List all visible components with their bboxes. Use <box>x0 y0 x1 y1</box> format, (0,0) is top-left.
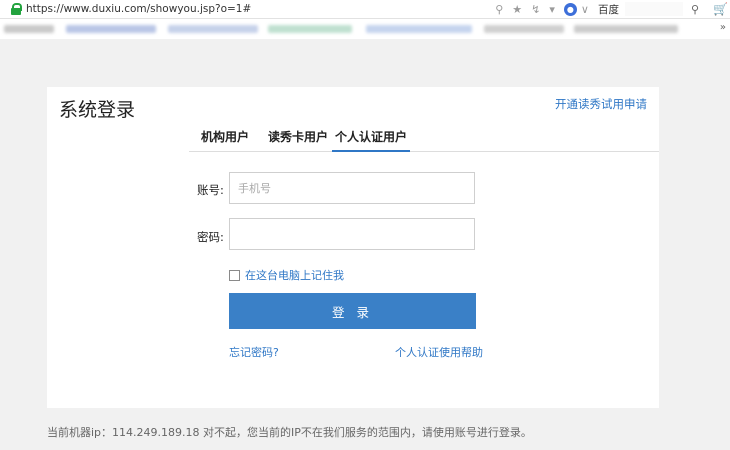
tab-reading-card-user[interactable]: 读秀卡用户 <box>268 128 328 150</box>
search-icon[interactable]: ⚲ <box>691 3 699 16</box>
url-text[interactable]: https://www.duxiu.com/showyou.jsp?o=1# <box>26 3 251 15</box>
remember-checkbox[interactable] <box>229 269 240 281</box>
login-card: 系统登录 开通读秀试用申请 机构用户 读秀卡用户 个人认证用户 账号: 密码: … <box>47 87 659 408</box>
remember-me[interactable]: 在这台电脑上记住我 <box>229 267 344 283</box>
login-button[interactable]: 登 录 <box>229 293 476 329</box>
personal-auth-help-link[interactable]: 个人认证使用帮助 <box>395 344 483 360</box>
bookmarks-bar: » <box>0 19 730 39</box>
tab-personal-auth-user[interactable]: 个人认证用户 <box>332 128 411 152</box>
bookmark-item[interactable] <box>268 25 352 33</box>
search-engine-name[interactable]: 百度 <box>598 2 619 17</box>
password-label: 密码: <box>197 230 224 244</box>
tab-institution-user[interactable]: 机构用户 <box>201 128 249 150</box>
bookmark-item[interactable] <box>4 25 54 33</box>
search-engine-icon[interactable]: ● <box>563 2 577 16</box>
browser-search-input[interactable] <box>624 2 683 16</box>
trial-application-link[interactable]: 开通读秀试用申请 <box>555 96 647 112</box>
account-label: 账号: <box>197 183 224 197</box>
bookmark-item[interactable] <box>574 25 678 33</box>
login-tabs: 机构用户 读秀卡用户 个人认证用户 <box>189 127 659 152</box>
address-bar[interactable]: https://www.duxiu.com/showyou.jsp?o=1# ⚲… <box>0 0 730 19</box>
chevron-down-icon[interactable]: ▾ <box>549 3 555 16</box>
password-input[interactable] <box>229 218 475 250</box>
engine-chevron-down-icon[interactable]: ∨ <box>581 3 589 16</box>
lightning-icon[interactable]: ↯ <box>531 3 540 16</box>
page-title: 系统登录 <box>59 99 136 121</box>
forgot-password-link[interactable]: 忘记密码? <box>229 344 279 360</box>
bookmark-item[interactable] <box>66 25 156 33</box>
cart-icon[interactable]: 🛒 <box>713 2 728 16</box>
remember-label[interactable]: 在这台电脑上记住我 <box>245 267 344 283</box>
bookmark-item[interactable] <box>484 25 564 33</box>
lock-icon <box>10 3 22 15</box>
bookmark-item[interactable] <box>366 25 472 33</box>
ip-notice: 当前机器ip：114.249.189.18 对不起，您当前的IP不在我们服务的范… <box>47 426 532 439</box>
pin-icon[interactable]: ⚲ <box>495 3 503 16</box>
browser-toolbar: ⚲ ★ ↯ ▾ ● ∨ 百度 ⚲ 🛒 <box>495 0 730 18</box>
bookmark-item[interactable] <box>168 25 258 33</box>
account-input[interactable] <box>229 172 475 204</box>
star-icon[interactable]: ★ <box>512 3 522 16</box>
chevron-right-icon[interactable]: » <box>720 22 726 33</box>
